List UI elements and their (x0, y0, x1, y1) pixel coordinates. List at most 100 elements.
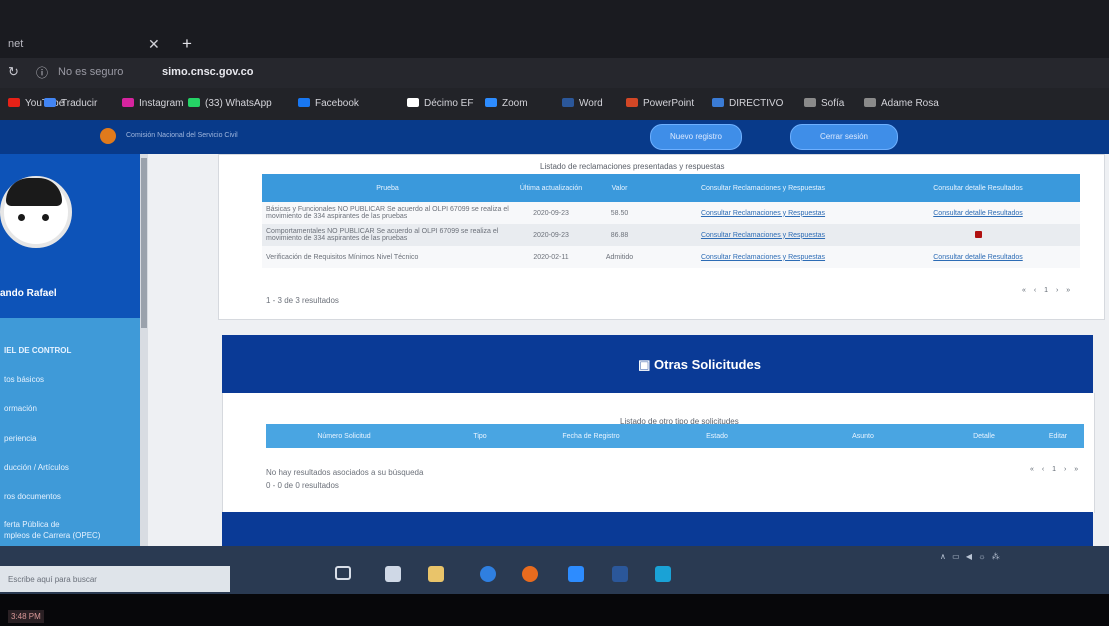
file-explorer-icon[interactable] (428, 566, 444, 582)
sidebar-item-opec[interactable]: ferta Pública de (4, 520, 60, 529)
not-secure-label[interactable]: No es seguro (58, 66, 123, 78)
reclamaciones-table: Prueba Última actualización Valor Consul… (262, 174, 1080, 268)
calculator-icon[interactable] (385, 566, 401, 582)
avatar (0, 176, 72, 248)
reclamaciones-caption: Listado de reclamaciones presentadas y r… (540, 162, 725, 171)
bookmark-icon (485, 98, 497, 107)
username: ando Rafael (0, 288, 57, 299)
sidebar-item-experiencia[interactable]: periencia (4, 434, 36, 443)
bookmark-label: PowerPoint (643, 98, 695, 109)
edge-icon[interactable] (480, 566, 496, 582)
task-view-icon[interactable] (335, 566, 351, 580)
sidebar-item-produccion[interactable]: ducción / Artículos (4, 463, 69, 472)
bookmark-label: Instagram (139, 98, 184, 109)
consultar-reclamaciones-link[interactable]: Consultar Reclamaciones y Respuestas (701, 232, 825, 239)
column-header: Número Solicitud (266, 424, 422, 448)
next-section-band (222, 512, 1093, 548)
tab-close-icon[interactable]: ✕ (148, 36, 160, 53)
bookmark-item[interactable]: Sofía (804, 98, 844, 109)
bookmark-label: DIRECTIVO (729, 98, 784, 109)
reload-icon[interactable]: ↻ (8, 64, 19, 80)
table-row: Comportamentales NO PUBLICAR Se acuerdo … (262, 224, 1080, 246)
bookmark-item[interactable]: Facebook (298, 98, 359, 109)
column-header: Asunto (790, 424, 936, 448)
valor-cell: Admitido (589, 246, 650, 268)
bookmark-icon (407, 98, 419, 107)
column-header: Prueba (262, 174, 513, 202)
url-field[interactable]: simo.cnsc.gov.co (162, 66, 254, 78)
column-header: Valor (589, 174, 650, 202)
consultar-reclamaciones-link[interactable]: Consultar Reclamaciones y Respuestas (701, 254, 825, 261)
bookmark-label: Word (579, 98, 603, 109)
bookmark-icon (712, 98, 724, 107)
table-row: Básicas y Funcionales NO PUBLICAR Se acu… (262, 202, 1080, 224)
bookmark-icon (864, 98, 876, 107)
prueba-cell: Comportamentales NO PUBLICAR Se acuerdo … (262, 224, 513, 246)
reclamaciones-pager[interactable]: « ‹ 1 › » (1022, 287, 1073, 294)
column-header: Estado (644, 424, 790, 448)
column-header: Última actualización (513, 174, 589, 202)
fecha-cell: 2020-09-23 (513, 224, 589, 246)
bookmark-item[interactable]: Instagram (122, 98, 183, 109)
consultar-detalle-link[interactable]: Consultar detalle Resultados (933, 254, 1023, 261)
fecha-cell: 2020-09-23 (513, 202, 589, 224)
valor-cell: 86.88 (589, 224, 650, 246)
bookmark-item[interactable]: Décimo EF (407, 98, 473, 109)
firefox-icon[interactable] (522, 566, 538, 582)
valor-cell: 58.50 (589, 202, 650, 224)
bookmark-item[interactable]: (33) WhatsApp (188, 98, 272, 109)
calendar-icon: ▣ (638, 357, 651, 372)
otras-solicitudes-panel (222, 393, 1095, 513)
info-icon[interactable]: ⓘ (36, 64, 48, 81)
bookmark-label: Décimo EF (424, 98, 474, 109)
bookmark-icon (804, 98, 816, 107)
otras-pager[interactable]: « ‹ 1 › » (1030, 466, 1081, 473)
bookmark-item[interactable]: Word (562, 98, 603, 109)
sidebar-scrollbar-thumb[interactable] (141, 158, 147, 328)
bookmark-icon (562, 98, 574, 107)
site-logo-icon (100, 128, 116, 144)
bookmark-item[interactable]: Adame Rosa (864, 98, 939, 109)
bookmark-icon (188, 98, 200, 107)
new-registration-button[interactable]: Nuevo registro (650, 124, 742, 150)
column-header: Detalle (936, 424, 1032, 448)
store-icon[interactable] (568, 566, 584, 582)
org-text: Comisión Nacional del Servicio Civil (126, 132, 238, 139)
prueba-cell: Verificación de Requisitos Mínimos Nivel… (262, 246, 513, 268)
otras-solicitudes-title-row: ▣ Otras Solicitudes (0, 336, 1109, 394)
consultar-reclamaciones-link[interactable]: Consultar Reclamaciones y Respuestas (701, 210, 825, 217)
avatar-eye-icon (42, 214, 49, 221)
bookmark-label: Traducir (61, 98, 98, 109)
bookmark-label: Zoom (502, 98, 528, 109)
chrome-icon[interactable] (655, 566, 671, 582)
bookmark-icon (8, 98, 20, 107)
bookmark-icon (122, 98, 134, 107)
new-tab-icon[interactable]: + (182, 34, 192, 54)
consultar-detalle-link[interactable]: Consultar detalle Resultados (933, 210, 1023, 217)
clock-label: 3:48 PM (8, 610, 44, 623)
tab-title[interactable]: net (8, 38, 23, 50)
taskbar-search-placeholder: Escribe aquí para buscar (8, 575, 97, 584)
bookmark-label: Facebook (315, 98, 359, 109)
bookmark-item[interactable]: PowerPoint (626, 98, 694, 109)
column-header: Consultar Reclamaciones y Respuestas (650, 174, 876, 202)
sidebar-item-documentos[interactable]: ros documentos (4, 492, 61, 501)
sidebar-item-formacion[interactable]: ormación (4, 404, 37, 413)
system-tray[interactable]: ∧ ▭ ◀ ☼ ⁂ (940, 552, 1002, 561)
avatar-eye-icon (18, 214, 25, 221)
otras-solicitudes-title: Otras Solicitudes (654, 357, 761, 372)
bookmark-item[interactable]: Traducir (44, 98, 97, 109)
word-icon[interactable] (612, 566, 628, 582)
no-detail-icon (974, 230, 982, 238)
bookmark-item[interactable]: DIRECTIVO (712, 98, 783, 109)
fecha-cell: 2020-02-11 (513, 246, 589, 268)
bookmark-icon (626, 98, 638, 107)
column-header: Editar (1032, 424, 1084, 448)
bookmark-item[interactable]: Zoom (485, 98, 528, 109)
otras-results-count: 0 - 0 de 0 resultados (266, 481, 339, 490)
table-row: Verificación de Requisitos Mínimos Nivel… (262, 246, 1080, 268)
bookmark-icon (44, 98, 56, 107)
prueba-cell: Básicas y Funcionales NO PUBLICAR Se acu… (262, 202, 513, 224)
sidebar-item-opec-2[interactable]: mpleos de Carrera (OPEC) (4, 531, 100, 540)
logout-button[interactable]: Cerrar sesión (790, 124, 898, 150)
